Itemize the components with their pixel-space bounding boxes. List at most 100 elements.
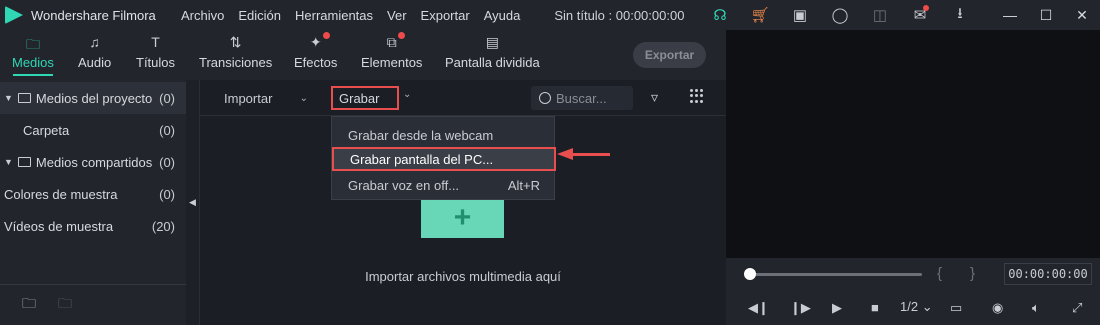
annotation-arrow-line <box>572 153 610 156</box>
account-icon[interactable]: ◯ <box>820 0 860 30</box>
menu-edicion[interactable]: Edición <box>238 8 281 23</box>
menu-item-shortcut: Alt+R <box>507 177 540 193</box>
menu-herramientas[interactable]: Herramientas <box>295 8 373 23</box>
snapshot-icon[interactable]: ◉ <box>992 300 1003 316</box>
text-icon: T <box>151 34 160 50</box>
sidebar-item-label: Vídeos de muestra <box>4 218 114 234</box>
playback-speed-select[interactable]: 1/2 ⌄ <box>900 299 933 315</box>
play-icon[interactable]: ▶ <box>832 300 842 316</box>
search-placeholder: Buscar... <box>556 90 607 106</box>
next-frame-icon[interactable]: ❙▶ <box>790 300 811 316</box>
window-controls: — ☐ ✕ <box>992 0 1100 30</box>
caret-down-icon[interactable]: ▼ <box>4 157 13 167</box>
import-hint: Importar archivos multimedia aquí <box>365 269 561 284</box>
tab-transiciones[interactable]: ⇅ Transiciones <box>199 34 272 76</box>
record-menu: Grabar desde la webcam Grabar pantalla d… <box>331 116 556 200</box>
fullscreen-icon[interactable]: ⤢ <box>1072 300 1082 316</box>
menu-bar: Archivo Edición Herramientas Ver Exporta… <box>181 8 534 23</box>
minimize-button[interactable]: — <box>992 0 1028 30</box>
new-folder-icon[interactable]: 🗀︎ <box>22 293 36 317</box>
tab-medios[interactable]: 🗀︎ Medios <box>12 34 54 76</box>
plus-icon: + <box>453 201 472 234</box>
tab-titulos[interactable]: T Títulos <box>136 34 175 76</box>
menu-item-record-screen[interactable]: Grabar pantalla del PC... <box>332 147 556 171</box>
filmora-logo-icon <box>5 6 23 24</box>
gift-icon[interactable]: ▣ <box>780 0 820 30</box>
cart-icon[interactable]: 🛒︎ <box>740 0 780 30</box>
sidebar-item-count: (0) <box>159 186 175 202</box>
sidebar-item-label: Carpeta <box>23 122 70 138</box>
export-button[interactable]: Exportar <box>633 42 706 68</box>
annotation-arrow-head <box>557 148 573 160</box>
headset-icon[interactable]: ☊ <box>700 0 740 30</box>
record-label: Grabar <box>339 90 380 106</box>
save-icon[interactable]: ◫ <box>860 0 900 30</box>
sidebar-item-count: (0) <box>159 122 175 138</box>
menu-exportar[interactable]: Exportar <box>421 8 470 23</box>
badge-dot <box>397 32 405 39</box>
close-button[interactable]: ✕ <box>1064 0 1100 30</box>
playback-track[interactable] <box>747 273 922 276</box>
filter-icon[interactable]: ▿ <box>651 89 658 106</box>
grid-view-icon[interactable] <box>690 89 704 103</box>
menu-item-record-voiceover[interactable]: Grabar voz en off... Alt+R <box>332 173 556 197</box>
folder-icon <box>17 157 31 167</box>
download-icon[interactable]: ⭳ <box>940 0 980 30</box>
sidebar-item-medios-del-proyecto[interactable]: ▼ Medios del proyecto (0) <box>0 82 186 114</box>
volume-icon[interactable]: 🔈︎ <box>1032 300 1040 316</box>
sidebar-item-medios-compartidos[interactable]: ▼ Medios compartidos (0) <box>0 146 186 178</box>
collapse-left-icon: ◀ <box>189 197 196 207</box>
menu-item-label: Grabar pantalla del PC... <box>350 151 494 167</box>
music-icon: ♫ <box>89 34 100 50</box>
module-tabs: 🗀︎ Medios ♫ Audio T Títulos ⇅ Transicion… <box>0 30 726 80</box>
chevron-down-icon[interactable]: ⌄ <box>403 89 411 100</box>
tab-efectos[interactable]: ✦ Efectos <box>294 32 338 76</box>
tab-label: Medios <box>12 55 54 70</box>
playhead-knob[interactable] <box>744 268 756 280</box>
elements-icon: ⧉ <box>387 32 405 52</box>
menu-archivo[interactable]: Archivo <box>181 8 224 23</box>
timecode-display: 00:00:00:00 <box>1004 263 1092 285</box>
folder-icon: 🗀︎ <box>25 36 40 52</box>
tab-label: Audio <box>78 55 112 70</box>
stop-icon[interactable]: ■ <box>871 300 879 315</box>
sidebar-item-count: (0) <box>159 154 175 170</box>
import-media-button[interactable]: + <box>421 198 504 238</box>
tab-label: Efectos <box>294 55 338 70</box>
menu-ayuda[interactable]: Ayuda <box>484 8 521 23</box>
menu-ver[interactable]: Ver <box>387 8 407 23</box>
sidebar-item-label: Medios del proyecto <box>35 90 153 106</box>
sidebar-item-colores-de-muestra[interactable]: Colores de muestra (0) <box>0 178 186 210</box>
sidebar-item-videos-de-muestra[interactable]: Vídeos de muestra (20) <box>0 210 186 242</box>
mark-in-icon[interactable]: { <box>937 265 942 282</box>
tab-label: Títulos <box>136 55 176 70</box>
menu-item-label: Grabar desde la webcam <box>348 127 494 143</box>
split-screen-icon: ▤ <box>485 34 499 50</box>
tab-label: Transiciones <box>199 55 273 70</box>
sidebar-collapse-handle[interactable]: ◀ <box>186 80 200 325</box>
maximize-button[interactable]: ☐ <box>1028 0 1064 30</box>
tab-audio[interactable]: ♫ Audio <box>78 34 111 76</box>
remove-folder-icon[interactable]: 🗀︎ <box>58 293 72 317</box>
previous-frame-icon[interactable]: ◀❙ <box>748 300 769 316</box>
tab-elementos[interactable]: ⧉ Elementos <box>361 32 422 76</box>
folder-icon <box>17 93 31 103</box>
display-icon[interactable]: ▭ <box>950 300 962 316</box>
title-bar: Wondershare Filmora Archivo Edición Herr… <box>0 0 1100 30</box>
search-input[interactable]: Buscar... <box>531 86 633 110</box>
preview-window <box>726 30 1100 258</box>
record-dropdown[interactable]: Grabar <box>331 86 399 110</box>
menu-item-record-webcam[interactable]: Grabar desde la webcam <box>332 123 556 147</box>
speed-value: 1/2 <box>900 299 919 314</box>
media-library: Importar ⌄ Grabar ⌄ Buscar... ▿ + Import… <box>200 80 726 325</box>
sidebar-item-label: Medios compartidos <box>35 154 153 170</box>
tab-pantalla-dividida[interactable]: ▤ Pantalla dividida <box>445 34 540 76</box>
caret-down-icon[interactable]: ▼ <box>4 93 13 103</box>
import-dropdown[interactable]: Importar ⌄ <box>214 86 314 110</box>
mark-out-icon[interactable]: } <box>970 265 975 282</box>
mail-icon[interactable]: ✉ <box>900 0 940 30</box>
active-tab-indicator <box>13 74 53 76</box>
search-icon <box>539 92 551 104</box>
sidebar-item-carpeta[interactable]: Carpeta (0) <box>0 114 186 146</box>
top-icons: ☊ 🛒︎ ▣ ◯ ◫ ✉ ⭳ <box>700 0 980 30</box>
